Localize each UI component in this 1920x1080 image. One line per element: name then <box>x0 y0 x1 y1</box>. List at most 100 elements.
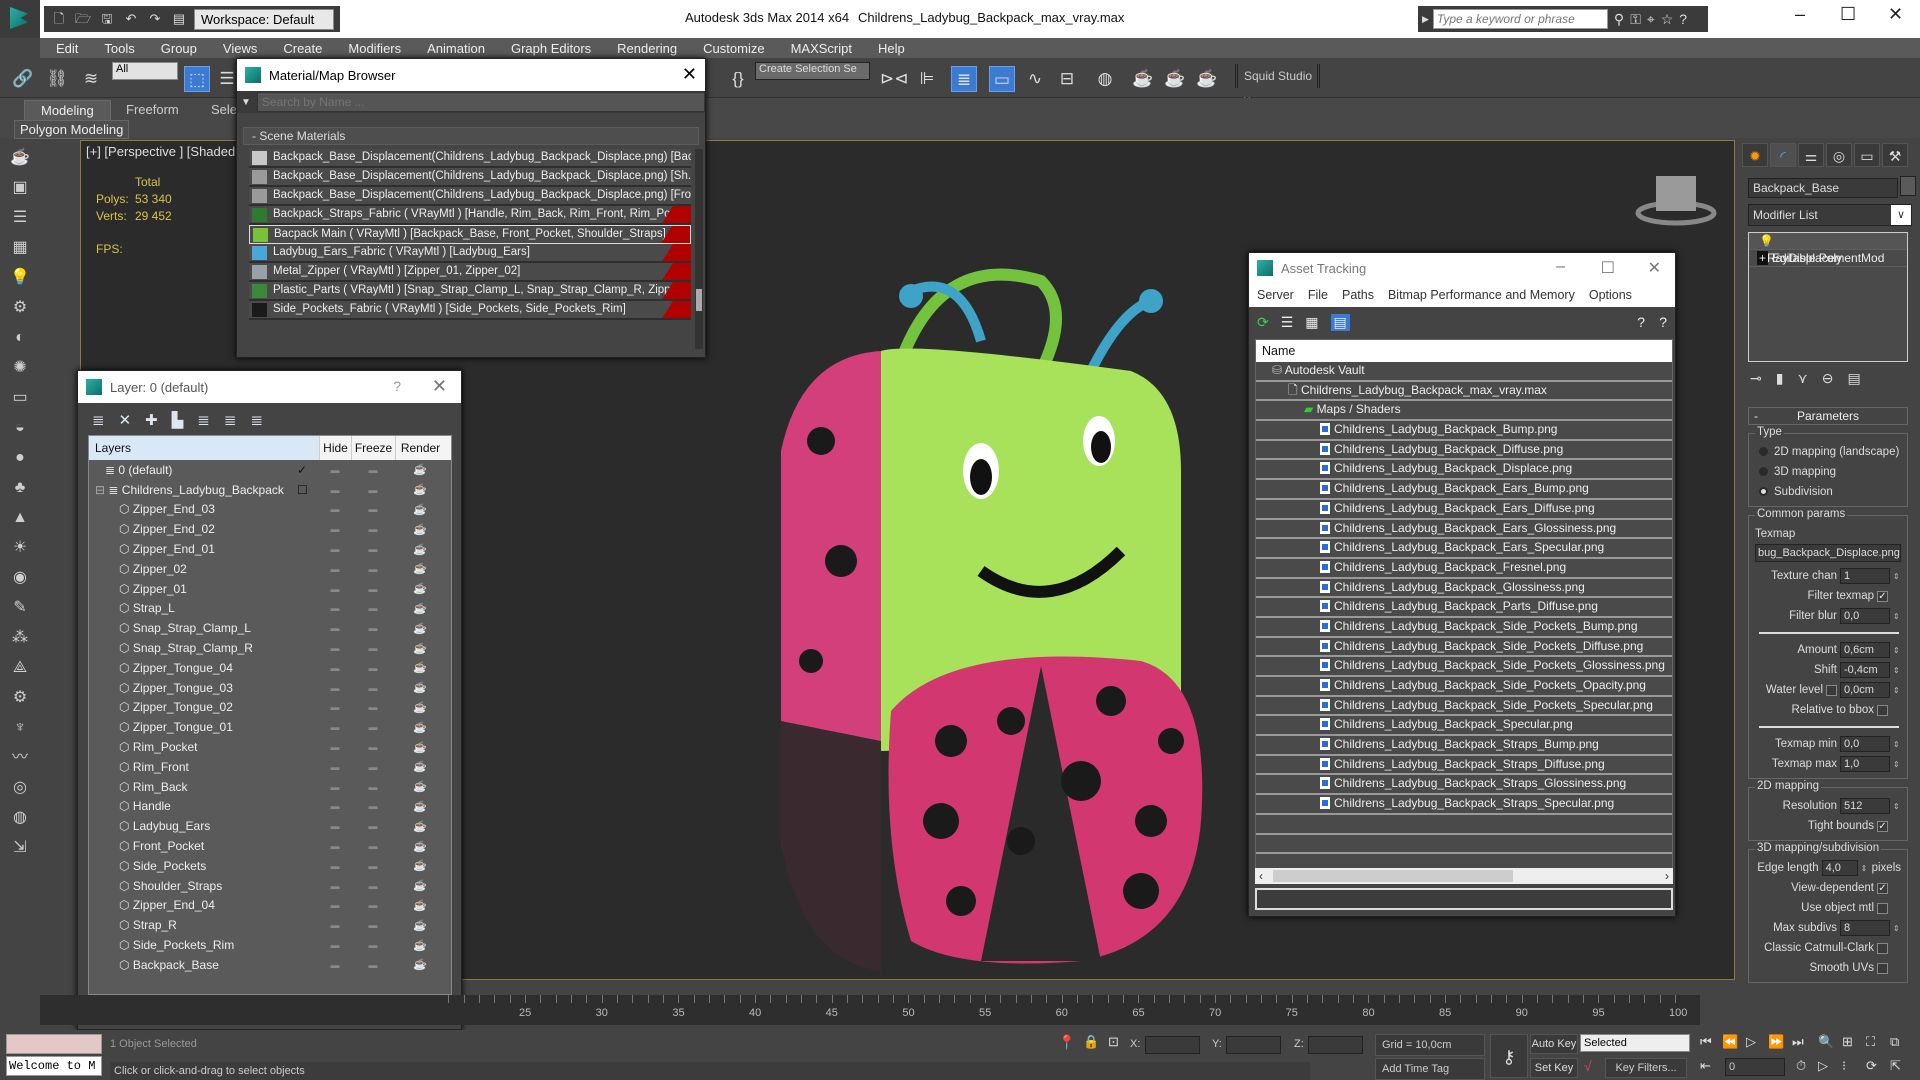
redo-icon[interactable]: ↷ <box>146 10 164 28</box>
close-icon[interactable]: ✕ <box>1648 258 1661 278</box>
menu-create[interactable]: Create <box>283 41 322 56</box>
edit-named-selection-icon[interactable]: {} <box>725 66 751 92</box>
layer-row[interactable]: ⬡ Snap_Strap_Clamp_R ▬ ▬ ☕ <box>89 638 451 658</box>
x-coordinate-field[interactable] <box>1145 1036 1200 1054</box>
material-item[interactable]: Bacpack Main ( VRayMtl ) [Backpack_Base,… <box>249 225 691 244</box>
help-icon[interactable]: ? <box>1637 314 1645 330</box>
freeze-toggle[interactable]: ▬ <box>351 524 395 534</box>
layer-row[interactable]: ⬡ Ladybug_Ears ▬ ▬ ☕ <box>89 816 451 836</box>
asset-horizontal-scrollbar[interactable]: ‹ › <box>1255 868 1673 884</box>
render-teapot-icon[interactable]: ☕ <box>395 503 445 516</box>
asset-row[interactable]: Childrens_Ladybug_Backpack_Ears_Diffuse.… <box>1256 499 1672 520</box>
hide-toggle[interactable]: ▬ <box>319 485 351 495</box>
render-teapot-icon[interactable]: ☕ <box>395 543 445 556</box>
freeze-toggle[interactable]: ▬ <box>351 762 395 772</box>
freeze-toggle[interactable]: ▬ <box>351 485 395 495</box>
viewport-label-menu[interactable]: [+] [Perspective ] [Shaded + <box>86 144 246 159</box>
render-teapot-icon[interactable]: ☕ <box>395 661 445 674</box>
snap-icon[interactable]: ⟁ <box>8 656 32 680</box>
table-view-icon[interactable]: ▤ <box>1330 313 1350 331</box>
amount-field[interactable]: 0,6cm <box>1840 642 1890 658</box>
highlight-layer-icon[interactable]: ≣ <box>197 411 210 437</box>
zoom-extents-icon[interactable]: ⛶ <box>1866 1034 1875 1050</box>
hide-toggle[interactable]: ▬ <box>319 702 351 712</box>
asset-row[interactable]: Childrens_Ladybug_Backpack_Ears_Glossine… <box>1256 519 1672 540</box>
asset-row[interactable]: 🗋 Childrens_Ladybug_Backpack_max_vray.ma… <box>1256 381 1672 402</box>
help-icon[interactable]: ? <box>1679 11 1687 27</box>
freeze-toggle[interactable]: ▬ <box>351 801 395 811</box>
freeze-toggle[interactable]: ▬ <box>351 544 395 554</box>
radio-button[interactable] <box>1759 467 1768 476</box>
hide-toggle[interactable]: ▬ <box>319 900 351 910</box>
layer-row[interactable]: ≣ 0 (default) ✓ ▬ ▬ ☕ <box>89 460 451 480</box>
render-teapot-icon[interactable]: ☕ <box>395 780 445 793</box>
go-to-start-icon[interactable]: ⏮ <box>1700 1034 1712 1050</box>
maximize-button[interactable]: ☐ <box>1840 4 1856 25</box>
water-level-checkbox[interactable] <box>1826 684 1837 696</box>
asset-row[interactable]: Childrens_Ladybug_Backpack_Straps_Specul… <box>1256 795 1672 815</box>
freeze-toggle[interactable]: ▬ <box>351 663 395 673</box>
render-teapot-icon[interactable]: ☕ <box>395 820 445 833</box>
layer-row[interactable]: ⬡ Zipper_End_01 ▬ ▬ ☕ <box>89 539 451 559</box>
hide-toggle[interactable]: ▬ <box>319 584 351 594</box>
freeze-toggle[interactable]: ▬ <box>351 841 395 851</box>
sphere-primitive-icon[interactable]: ● <box>8 446 32 470</box>
layer-row[interactable]: ⬡ Zipper_Tongue_03 ▬ ▬ ☕ <box>89 678 451 698</box>
layer-row[interactable]: ⬡ Side_Pockets_Rim ▬ ▬ ☕ <box>89 935 451 955</box>
absolute-mode-icon[interactable]: ⊡ <box>1108 1034 1119 1050</box>
play-icon[interactable]: ▷ <box>1746 1034 1756 1050</box>
collapse-icon[interactable]: ⊟ <box>95 483 108 497</box>
render-frame-icon[interactable]: ▣ <box>8 176 32 200</box>
material-search-input[interactable] <box>256 92 705 112</box>
open-file-icon[interactable]: 🗁 <box>74 10 92 28</box>
current-layer-toggle[interactable]: ✓ <box>297 463 307 477</box>
layer-row[interactable]: ⬡ Zipper_Tongue_01 ▬ ▬ ☕ <box>89 717 451 737</box>
type-radio-option[interactable]: 3D mapping <box>1755 462 1903 482</box>
scroll-left-icon[interactable]: ‹ <box>1259 869 1263 883</box>
stack-item[interactable]: 💡VRayDisplacementMod <box>1749 233 1907 265</box>
spinner-icon[interactable]: ⇕ <box>1893 760 1901 769</box>
object-color-swatch[interactable] <box>1900 176 1916 196</box>
freeze-toggle[interactable]: ▬ <box>351 584 395 594</box>
satellite-icon[interactable]: ⌖ <box>1647 11 1655 28</box>
freeze-toggle[interactable]: ▬ <box>351 623 395 633</box>
layer-row[interactable]: ⬡ Zipper_01 ▬ ▬ ☕ <box>89 579 451 599</box>
spinner-icon[interactable]: ⇕ <box>1861 864 1869 873</box>
freeze-toggle[interactable]: ▬ <box>351 960 395 970</box>
asset-row[interactable]: ▰ Maps / Shaders <box>1256 401 1672 422</box>
spinner-icon[interactable]: ⇕ <box>1893 572 1901 581</box>
material-item[interactable]: Side_Pockets_Fabric ( VRayMtl ) [Side_Po… <box>249 301 691 320</box>
menu-maxscript[interactable]: MAXScript <box>791 41 852 56</box>
material-item[interactable]: Backpack_Base_Displacement(Childrens_Lad… <box>249 149 691 168</box>
zoom-icon[interactable]: 🔍 <box>1818 1034 1834 1050</box>
freeze-toggle[interactable]: ▬ <box>351 465 395 475</box>
hide-toggle[interactable]: ▬ <box>319 564 351 574</box>
sphere-icon[interactable]: ◐ <box>8 326 32 350</box>
asset-row[interactable]: Childrens_Ladybug_Backpack_Side_Pockets_… <box>1256 657 1672 677</box>
hair-icon[interactable]: 〰 <box>8 746 32 770</box>
column-freeze[interactable]: Freeze <box>351 436 395 460</box>
display-tab-icon[interactable]: ▭ <box>1854 143 1880 167</box>
bind-space-warp-icon[interactable]: ≋ <box>78 66 104 92</box>
asset-menu-server[interactable]: Server <box>1257 288 1294 302</box>
use-object-mtl-checkbox[interactable] <box>1877 902 1888 914</box>
layer-row[interactable]: ⬡ Shoulder_Straps ▬ ▬ ☕ <box>89 876 451 896</box>
maxscript-listener-output[interactable] <box>6 1034 102 1054</box>
polygon-modeling-panel[interactable]: Polygon Modeling <box>14 120 130 139</box>
hide-toggle[interactable]: ▬ <box>319 683 351 693</box>
key-mode-toggle-icon[interactable]: ⇤ <box>1700 1058 1711 1074</box>
field-of-view-icon[interactable]: ▷ <box>1818 1058 1828 1074</box>
new-file-icon[interactable]: 🗋 <box>50 10 68 28</box>
align-icon[interactable]: ⊫ <box>914 66 940 92</box>
render-teapot-icon[interactable]: ☕ <box>395 939 445 952</box>
radio-button[interactable] <box>1759 487 1768 496</box>
list-view-icon[interactable]: ☰ <box>1281 314 1294 331</box>
key-filters-button[interactable]: Key Filters... <box>1605 1058 1687 1078</box>
hide-toggle[interactable]: ▬ <box>319 920 351 930</box>
teapot-icon[interactable]: ☕ <box>8 146 32 170</box>
asset-menu-options[interactable]: Options <box>1589 288 1632 302</box>
render-teapot-icon[interactable]: ☕ <box>395 919 445 932</box>
expand-arrow-icon[interactable]: ▶ <box>1422 14 1429 25</box>
asset-row[interactable]: Childrens_Ladybug_Backpack_Straps_Glossi… <box>1256 775 1672 796</box>
layer-manager-icon[interactable]: ≣ <box>951 66 977 92</box>
